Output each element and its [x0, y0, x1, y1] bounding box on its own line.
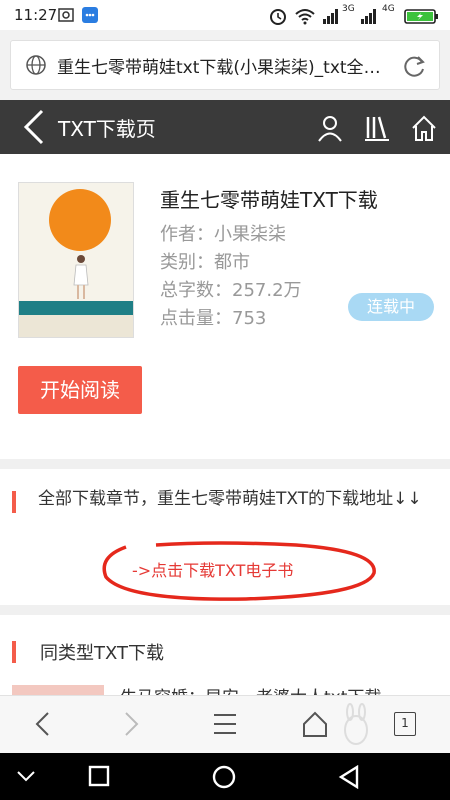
section-accent-bar [12, 491, 16, 513]
cover-sea [19, 301, 133, 315]
book-info-card: 重生七零带萌娃TXT下载 作者：小果柒柒 类别：都市 总字数：257.2万 点击… [0, 154, 450, 459]
book-author: 作者：小果柒柒 [160, 224, 286, 245]
browser-forward-icon[interactable] [122, 710, 142, 738]
book-cover[interactable] [18, 182, 134, 338]
signal-icon-2 [361, 9, 376, 24]
similar-item-title[interactable]: 牛马帘婚：早安，老婆大人txt下载 [120, 683, 381, 695]
book-title: 重生七零带萌娃TXT下载 [160, 188, 378, 212]
collapse-icon[interactable] [16, 769, 36, 783]
address-field[interactable]: 重生七零带萌娃txt下载(小果柒柒)_txt全集… [10, 40, 440, 90]
cover-sun [49, 189, 111, 251]
section-divider [0, 459, 450, 469]
section-accent-bar-2 [12, 641, 16, 663]
gallery-icon [58, 8, 74, 22]
reload-icon[interactable] [401, 53, 427, 79]
signal-icon [323, 9, 338, 24]
browser-home-icon[interactable] [302, 710, 328, 738]
wifi-icon [295, 9, 315, 25]
download-txt-link[interactable]: ->点击下载TXT电子书 [132, 557, 293, 581]
menu-icon[interactable] [212, 710, 238, 738]
browser-back-icon[interactable] [32, 710, 52, 738]
message-icon [82, 7, 98, 23]
similar-title: 同类型TXT下载 [40, 643, 165, 664]
status-time: 11:27 [14, 6, 58, 24]
system-nav-bar [0, 753, 450, 800]
section-divider-2 [0, 605, 450, 615]
recents-icon[interactable] [88, 765, 110, 787]
bookshelf-icon[interactable] [364, 114, 390, 142]
home-icon[interactable] [410, 114, 438, 142]
globe-icon [26, 55, 46, 75]
browser-url-bar: 重生七零带萌娃txt下载(小果柒柒)_txt全集… [0, 30, 450, 100]
download-section: 全部下载章节，重生七零带萌娃TXT的下载地址↓↓ ->点击下载TXT电子书 [0, 469, 450, 605]
start-reading-button[interactable]: 开始阅读 [18, 366, 142, 414]
system-back-icon[interactable] [338, 765, 360, 789]
cover-sand [19, 315, 133, 337]
battery-icon [404, 9, 438, 24]
user-icon[interactable] [316, 114, 344, 142]
mascot-icon[interactable] [338, 700, 374, 752]
book-category: 类别：都市 [160, 252, 250, 273]
alarm-icon [270, 9, 286, 25]
status-badge: 连载中 [348, 293, 434, 321]
url-text: 重生七零带萌娃txt下载(小果柒柒)_txt全集… [57, 58, 397, 78]
back-arrow-icon[interactable] [20, 108, 48, 146]
book-word-count: 总字数：257.2万 [160, 280, 302, 301]
page-header: TXT下载页 [0, 100, 450, 154]
book-clicks: 点击量：753 [160, 308, 267, 329]
download-description: 全部下载章节，重生七零带萌娃TXT的下载地址↓↓ [38, 489, 422, 509]
tabs-count-button[interactable]: 1 [394, 712, 416, 736]
page-title: TXT下载页 [58, 117, 156, 141]
network-4g-label: 4G [382, 4, 395, 14]
cover-girl-figure [73, 255, 89, 299]
similar-thumbnail[interactable] [12, 685, 104, 695]
similar-section: 同类型TXT下载 牛马帘婚：早安，老婆大人txt下载 [0, 615, 450, 695]
status-bar: 11:27 3G 4G [0, 0, 450, 30]
system-home-icon[interactable] [212, 765, 236, 789]
browser-toolbar: 1 [0, 695, 450, 753]
network-3g-label: 3G [342, 4, 355, 14]
